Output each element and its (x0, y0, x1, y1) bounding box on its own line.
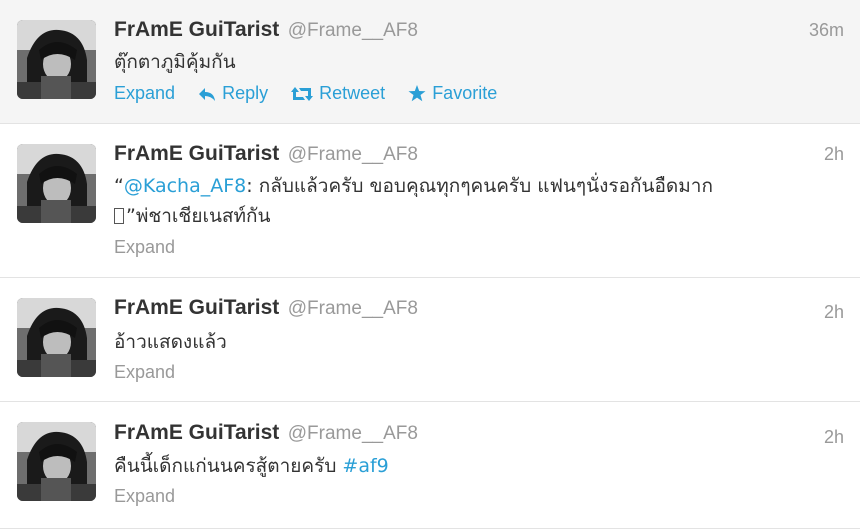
star-icon (408, 84, 426, 108)
tweet-item[interactable]: FrAmE GuiTarist @Frame__AF8 2h อ้าวแสดงแ… (0, 278, 860, 402)
tweet-timestamp[interactable]: 2h (824, 299, 844, 325)
missing-glyph-box (114, 208, 124, 224)
retweet-label: Retweet (319, 83, 386, 103)
quote-mark: “ (114, 175, 124, 197)
avatar[interactable] (17, 144, 96, 223)
tweet-fullname[interactable]: FrAmE GuiTarist (114, 18, 279, 41)
tweet-username[interactable]: @Frame__AF8 (288, 144, 418, 165)
tweet-username[interactable]: @Frame__AF8 (288, 423, 418, 444)
reply-button[interactable]: Reply (198, 81, 268, 108)
retweet-arrows-icon (291, 84, 314, 108)
mention-link[interactable]: @Kacha_AF8 (124, 175, 246, 197)
tweet-timeline: FrAmE GuiTarist @Frame__AF8 36m ตุ๊กตาภู… (0, 0, 860, 529)
tweet-item[interactable]: FrAmE GuiTarist @Frame__AF8 2h “@Kacha_A… (0, 124, 860, 278)
tweet-text-line2: ”พ่ชาเชียเนสท์กัน (126, 205, 271, 227)
tweet-text: อ้าวแสดงแล้ว (114, 331, 227, 353)
tweet-actions: Expand (114, 235, 175, 259)
tweet-text: “@Kacha_AF8: กลับแล้วครับ ขอบคุณทุกๆคนคร… (114, 171, 834, 231)
tweet-item[interactable]: FrAmE GuiTarist @Frame__AF8 2h คืนนี้เด็… (0, 402, 860, 529)
tweet-header: FrAmE GuiTarist @Frame__AF8 (114, 420, 418, 446)
tweet-text-body: คืนนี้เด็กแก่นนครสู้ตายครับ (114, 455, 343, 477)
tweet-actions: Expand (114, 360, 175, 384)
tweet-item[interactable]: FrAmE GuiTarist @Frame__AF8 36m ตุ๊กตาภู… (0, 0, 860, 124)
tweet-timestamp[interactable]: 2h (824, 424, 844, 450)
retweet-button[interactable]: Retweet (291, 81, 385, 108)
tweet-text-line1: : กลับแล้วครับ ขอบคุณทุกๆคนครับ แฟนๆนั่ง… (246, 175, 713, 197)
expand-link[interactable]: Expand (114, 81, 175, 105)
tweet-fullname[interactable]: FrAmE GuiTarist (114, 142, 279, 165)
tweet-text: คืนนี้เด็กแก่นนครสู้ตายครับ #af9 (114, 451, 834, 481)
tweet-actions: Expand Reply Retweet Favorite (114, 81, 515, 105)
expand-link[interactable]: Expand (114, 486, 175, 506)
tweet-timestamp[interactable]: 36m (809, 17, 844, 43)
tweet-header: FrAmE GuiTarist @Frame__AF8 (114, 141, 418, 167)
reply-arrow-icon (198, 84, 216, 108)
reply-label: Reply (222, 83, 269, 103)
tweet-header: FrAmE GuiTarist @Frame__AF8 (114, 295, 418, 321)
tweet-header: FrAmE GuiTarist @Frame__AF8 (114, 17, 418, 43)
hashtag-link[interactable]: #af9 (342, 455, 388, 477)
tweet-actions: Expand (114, 484, 175, 508)
favorite-button[interactable]: Favorite (408, 81, 497, 108)
tweet-timestamp[interactable]: 2h (824, 141, 844, 167)
avatar[interactable] (17, 298, 96, 377)
favorite-label: Favorite (432, 83, 498, 103)
tweet-username[interactable]: @Frame__AF8 (288, 298, 418, 319)
avatar[interactable] (17, 422, 96, 501)
expand-link[interactable]: Expand (114, 237, 175, 257)
tweet-text: ตุ๊กตาภูมิคุ้มกัน (114, 51, 236, 73)
avatar[interactable] (17, 20, 96, 99)
tweet-fullname[interactable]: FrAmE GuiTarist (114, 421, 279, 444)
expand-link[interactable]: Expand (114, 362, 175, 382)
tweet-username[interactable]: @Frame__AF8 (288, 20, 418, 41)
tweet-fullname[interactable]: FrAmE GuiTarist (114, 296, 279, 319)
